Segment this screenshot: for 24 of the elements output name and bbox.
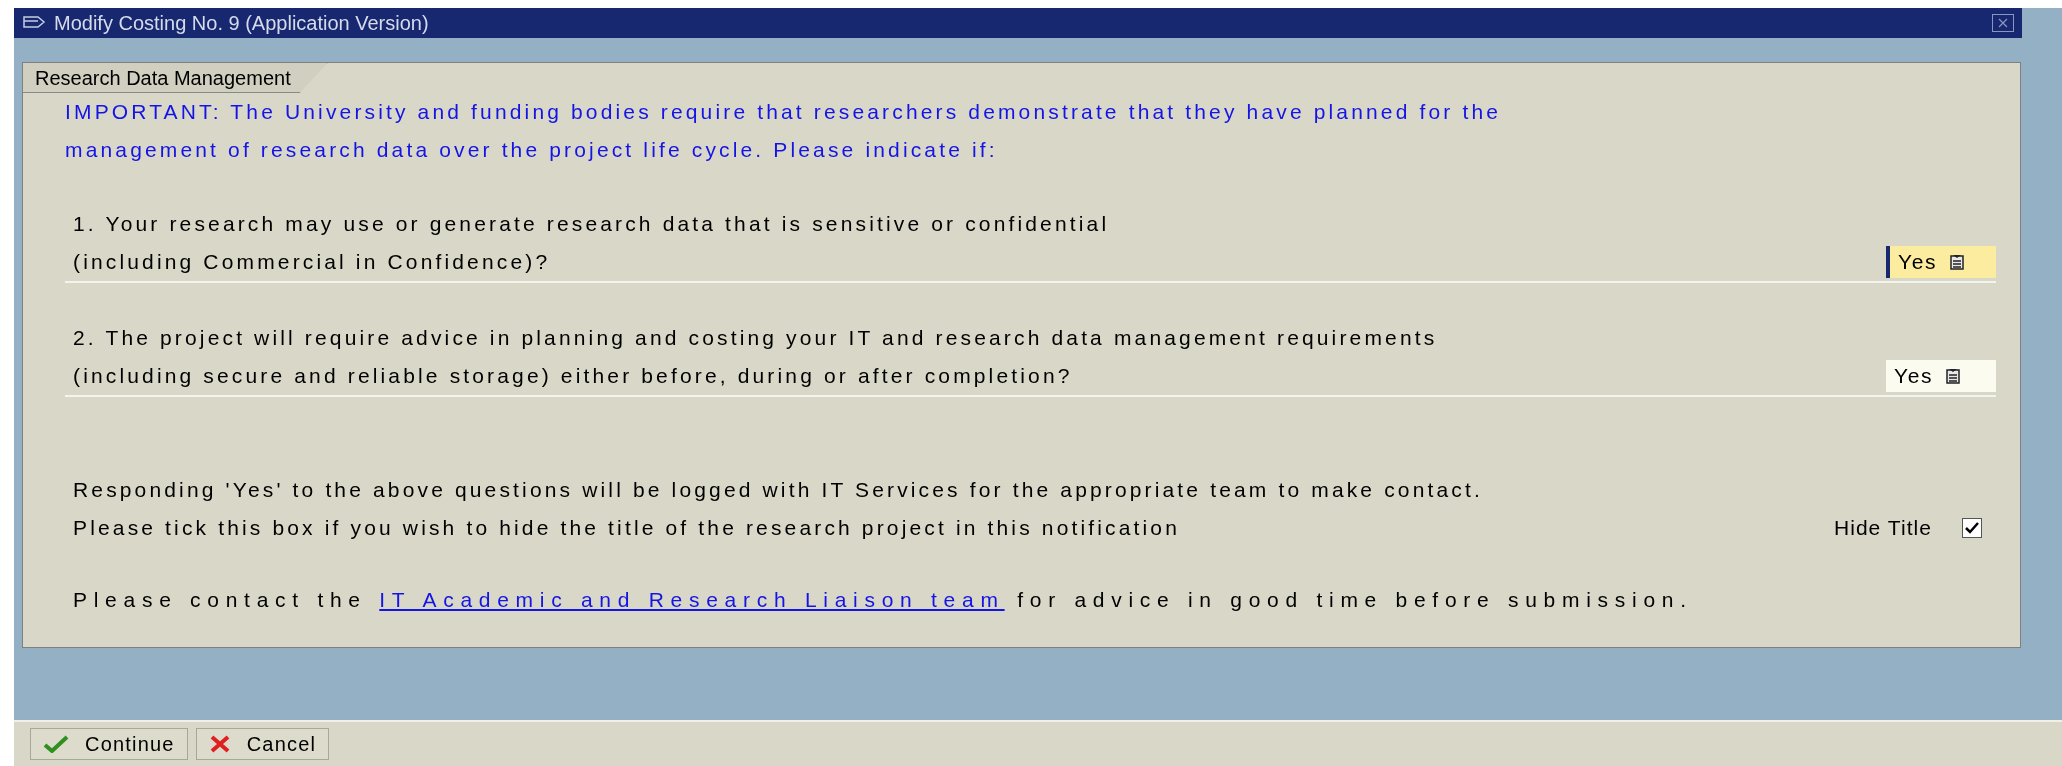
notice-text: Responding 'Yes' to the above questions will be logged with IT Services for the appropriate team to make contact. xyxy=(72,477,1483,503)
close-icon xyxy=(208,735,231,753)
window-title: Modify Costing No. 9 (Application Version) xyxy=(54,11,429,36)
hide-title-checkbox[interactable] xyxy=(1962,518,1982,538)
checkmark-icon xyxy=(43,735,69,753)
intro-text: IMPORTANT: The University and funding bodies require that researchers demonstrate that they have planned for the xyxy=(65,99,1502,125)
question-text: (including secure and reliable storage) either before, during or after completion? xyxy=(72,363,1074,389)
liaison-link[interactable]: IT Academic and Research Liaison team xyxy=(379,588,1005,611)
question-text: (including Commercial in Confidence)? xyxy=(72,249,552,275)
window-icon xyxy=(22,15,46,31)
list-icon[interactable] xyxy=(1949,254,1966,270)
cancel-button[interactable]: Cancel xyxy=(195,728,330,760)
list-icon[interactable] xyxy=(1945,368,1962,384)
contact-text: Please contact the IT Academic and Research Liaison team for advice in good time before submission. xyxy=(72,587,1693,613)
close-icon xyxy=(1997,18,2009,28)
hide-title-label: Hide Title xyxy=(1833,515,1932,541)
intro-text: management of research data over the project life cycle. Please indicate if: xyxy=(65,137,998,163)
question-text: 1. Your research may use or generate research data that is sensitive or confidential xyxy=(72,211,1110,237)
answer-dropdown[interactable]: Yes xyxy=(1886,246,1996,278)
continue-button[interactable]: Continue xyxy=(30,728,188,760)
close-button[interactable] xyxy=(1992,14,2014,32)
answer-dropdown[interactable]: Yes xyxy=(1886,360,1996,392)
notice-text: Please tick this box if you wish to hide the title of the research project in this notification xyxy=(72,515,1181,541)
question-text: 2. The project will require advice in planning and costing your IT and research data management requirements xyxy=(72,325,1438,351)
